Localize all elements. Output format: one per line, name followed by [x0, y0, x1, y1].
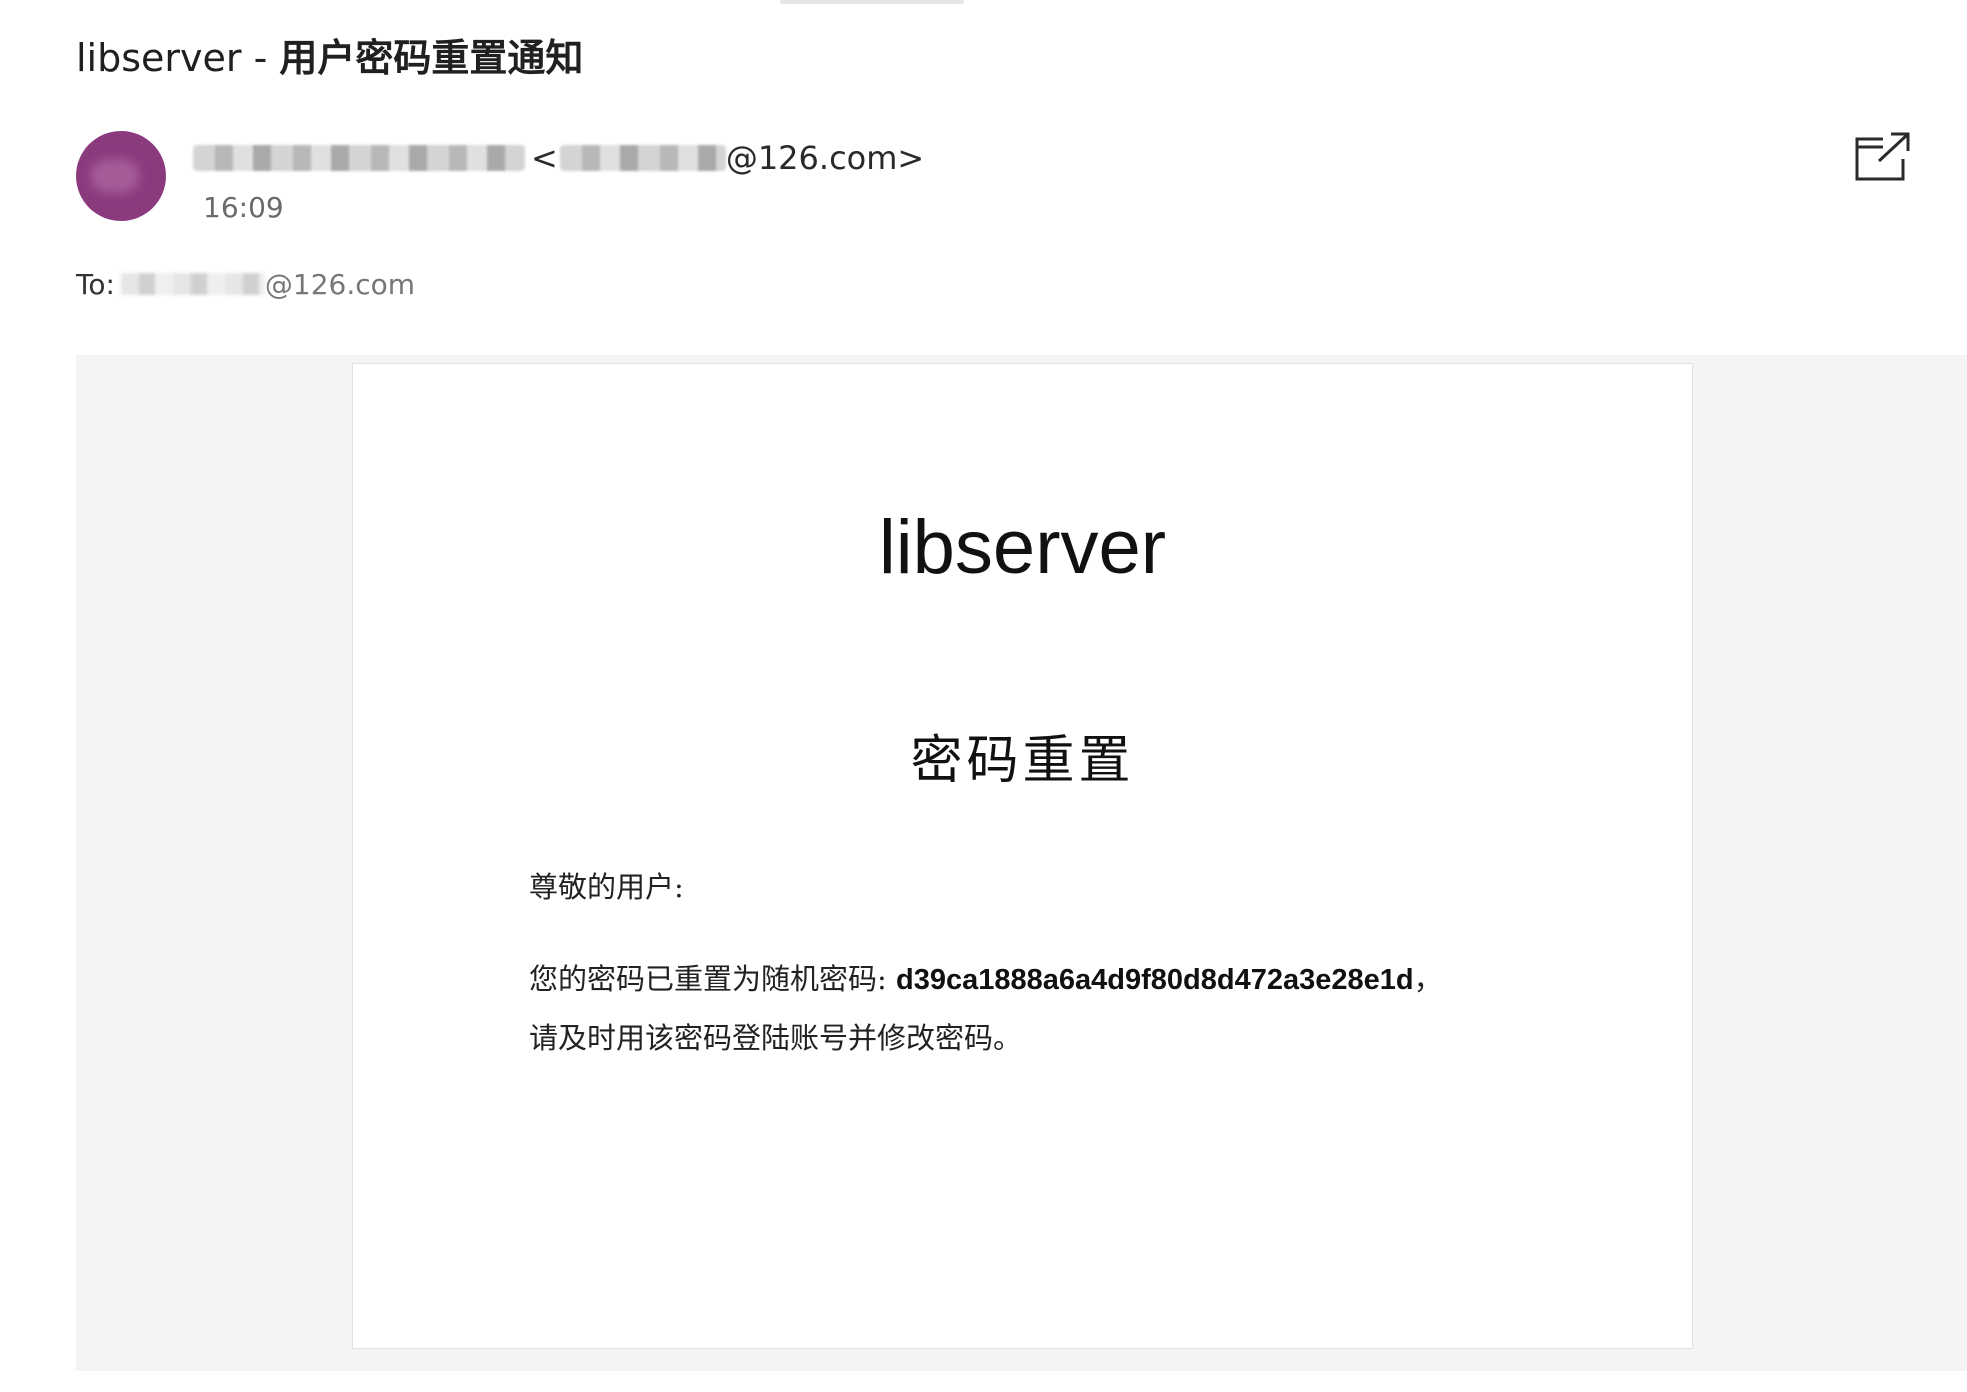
email-content-card: libserver 密码重置 尊敬的用户: 您的密码已重置为随机密码: d39c… [352, 363, 1693, 1349]
reset-password[interactable]: d39ca1888a6a4d9f80d8d472a3e28e1d [896, 964, 1414, 996]
email-time: 16:09 [203, 191, 284, 224]
message-heading: 密码重置 [910, 731, 1135, 791]
message-line-2: 请及时用该密码登陆账号并修改密码。 [529, 1021, 1023, 1055]
recipient-email-domain: @126.com [264, 267, 416, 301]
message-line-1-prefix: 您的密码已重置为随机密码: [529, 962, 896, 996]
message-body: 您的密码已重置为随机密码: d39ca1888a6a4d9f80d8d472a3… [529, 950, 1629, 1067]
recipient-row: To: @126.com [76, 264, 415, 304]
sender-row[interactable]: < @126.com> [193, 138, 924, 178]
sender-email-redacted [559, 145, 726, 171]
message-line-1: 您的密码已重置为随机密码: d39ca1888a6a4d9f80d8d472a3… [529, 950, 1629, 1009]
sender-name-redacted [193, 145, 525, 171]
popout-icon[interactable] [1853, 131, 1911, 183]
top-tab-indicator [780, 0, 964, 4]
to-label: To: [76, 267, 115, 301]
sender-email-domain: @126.com> [725, 139, 925, 177]
brand-title: libserver [878, 505, 1167, 590]
avatar-initials-blurred [91, 159, 139, 193]
message-greeting: 尊敬的用户: [529, 870, 684, 904]
subject-prefix: libserver - [76, 36, 280, 80]
email-subject: libserver - 用户密码重置通知 [76, 32, 583, 84]
message-line-1-suffix: ， [1413, 962, 1443, 996]
subject-main: 用户密码重置通知 [279, 36, 584, 80]
sender-avatar[interactable] [76, 131, 166, 221]
sender-angle-open: < [531, 139, 558, 177]
recipient-email-redacted [120, 273, 265, 295]
